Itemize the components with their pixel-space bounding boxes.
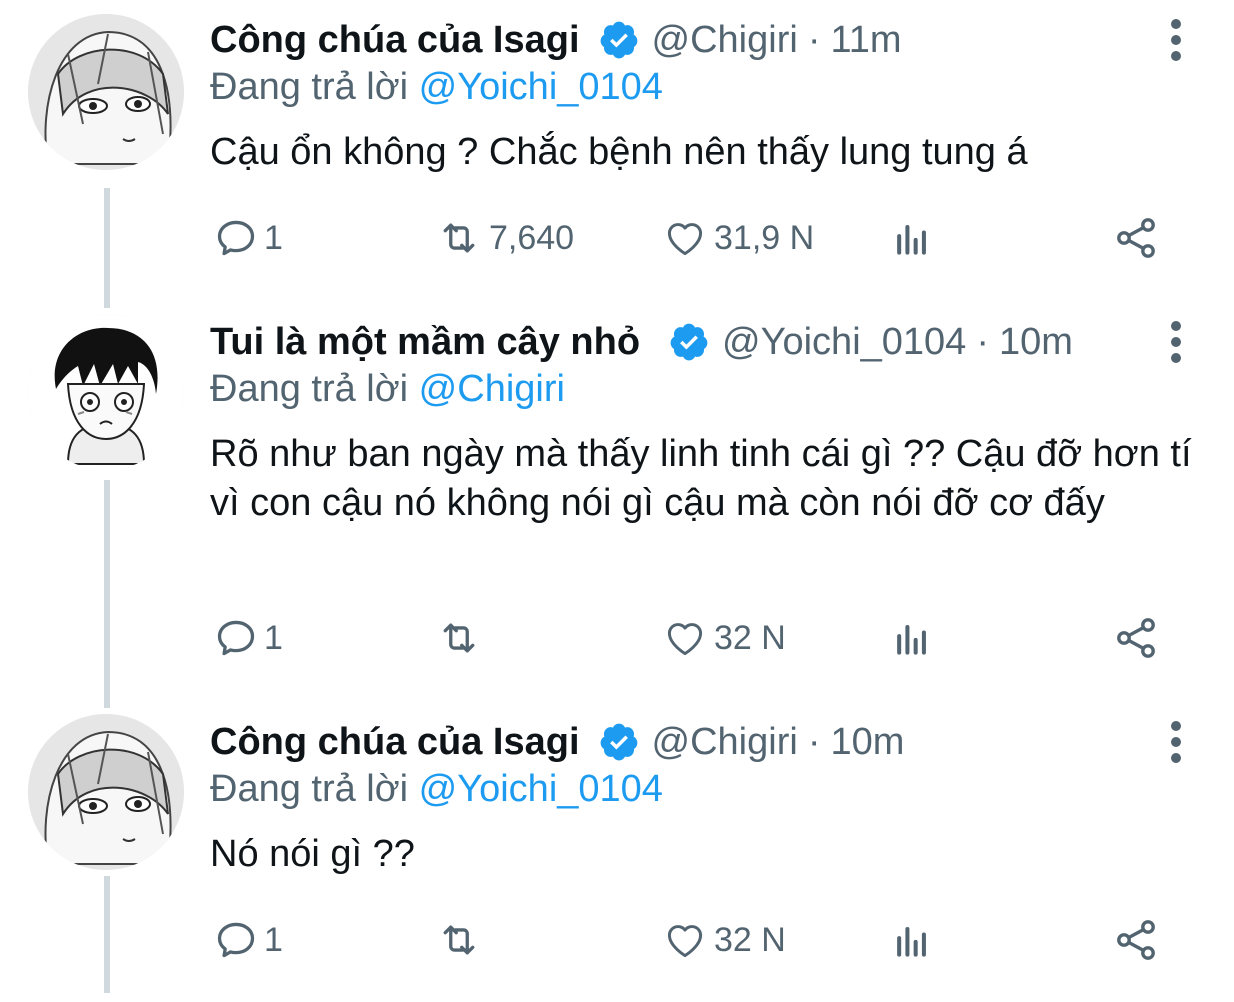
timestamp[interactable]: 11m — [830, 19, 901, 62]
handle[interactable]: @Yoichi_0104 — [722, 321, 966, 364]
reply-icon — [217, 220, 255, 256]
share-button[interactable] — [1112, 208, 1160, 268]
handle[interactable]: @Chigiri — [652, 721, 798, 764]
tweet-text: Rõ như ban ngày mà thấy linh tinh cái gì… — [210, 433, 1192, 524]
replying-to-label: Đang trả lời — [210, 66, 409, 108]
analytics-icon — [897, 624, 926, 655]
retweet-button[interactable] — [435, 608, 489, 668]
share-icon — [1117, 218, 1155, 258]
like-count: 31,9 N — [714, 218, 815, 257]
verified-badge-icon — [668, 321, 710, 363]
action-bar: 1 32 N — [0, 910, 1234, 970]
reply-mention-link[interactable]: @Yoichi_0104 — [419, 768, 663, 810]
reply-button[interactable]: 1 — [214, 208, 283, 268]
tweet-header: Công chúa của Isagi @Chigiri · 10m — [210, 718, 904, 766]
like-button[interactable]: 31,9 N — [662, 208, 814, 268]
verified-badge-icon — [598, 721, 640, 763]
retweet-button[interactable]: 7,640 — [435, 208, 574, 268]
replying-to-label: Đang trả lời — [210, 768, 409, 810]
more-options-icon[interactable] — [1170, 18, 1182, 62]
like-button[interactable]: 32 N — [662, 910, 786, 970]
white-haired-avatar-image — [28, 14, 184, 170]
black-haired-avatar-image — [28, 314, 184, 470]
share-icon — [1117, 920, 1155, 960]
avatar[interactable] — [28, 314, 184, 470]
analytics-button[interactable] — [890, 608, 934, 668]
tweet-text: Cậu ổn không ? Chắc bệnh nên thấy lung t… — [210, 131, 1028, 173]
timestamp[interactable]: 10m — [830, 721, 904, 764]
timestamp[interactable]: 10m — [999, 321, 1073, 364]
tweet[interactable]: Công chúa của Isagi @Chigiri · 11m Đang … — [0, 0, 1234, 300]
action-bar: 1 7,640 31,9 N — [0, 208, 1234, 268]
analytics-button[interactable] — [890, 910, 934, 970]
avatar[interactable] — [28, 714, 184, 870]
tweet-text: Nó nói gì ?? — [210, 833, 415, 875]
separator-dot: · — [976, 320, 989, 363]
white-haired-avatar-image — [28, 714, 184, 870]
verified-badge-icon — [598, 19, 640, 61]
analytics-button[interactable] — [890, 208, 934, 268]
reply-icon — [217, 922, 255, 958]
like-count: 32 N — [714, 618, 786, 657]
replying-to: Đang trả lời @Yoichi_0104 — [210, 768, 663, 811]
retweet-button[interactable] — [435, 910, 489, 970]
tweet-header: Tui là một mầm cây nhỏ @Yoichi_0104 · 10… — [210, 318, 1073, 366]
heart-icon — [667, 925, 703, 958]
replying-to-label: Đang trả lời — [210, 368, 409, 410]
reply-button[interactable]: 1 — [214, 608, 283, 668]
action-bar: 1 32 N — [0, 608, 1234, 668]
reply-button[interactable]: 1 — [214, 910, 283, 970]
separator-dot: · — [807, 18, 821, 61]
like-button[interactable]: 32 N — [662, 608, 786, 668]
share-icon — [1117, 618, 1155, 658]
like-count: 32 N — [714, 920, 786, 959]
display-name[interactable]: Công chúa của Isagi — [210, 19, 580, 62]
replying-to: Đang trả lời @Chigiri — [210, 368, 565, 411]
analytics-icon — [897, 224, 926, 255]
reply-count: 1 — [264, 920, 283, 959]
retweet-icon — [443, 223, 475, 253]
reply-mention-link[interactable]: @Yoichi_0104 — [419, 66, 663, 108]
display-name[interactable]: Công chúa của Isagi — [210, 721, 580, 764]
analytics-icon — [897, 926, 926, 957]
retweet-icon — [443, 623, 475, 653]
reply-icon — [217, 620, 255, 656]
handle[interactable]: @Chigiri — [652, 19, 798, 62]
tweet[interactable]: Công chúa của Isagi @Chigiri · 10m Đang … — [0, 702, 1234, 1002]
share-button[interactable] — [1112, 910, 1160, 970]
tweet[interactable]: Tui là một mầm cây nhỏ @Yoichi_0104 · 10… — [0, 302, 1234, 658]
avatar[interactable] — [28, 14, 184, 170]
reply-mention-link[interactable]: @Chigiri — [419, 368, 565, 410]
display-name[interactable]: Tui là một mầm cây nhỏ — [210, 321, 640, 364]
more-options-icon[interactable] — [1170, 320, 1182, 364]
more-options-icon[interactable] — [1170, 720, 1182, 764]
heart-icon — [667, 623, 703, 656]
retweet-icon — [443, 925, 475, 955]
separator-dot: · — [807, 720, 821, 763]
reply-count: 1 — [264, 218, 283, 257]
tweet-header: Công chúa của Isagi @Chigiri · 11m — [210, 16, 902, 64]
replying-to: Đang trả lời @Yoichi_0104 — [210, 66, 663, 109]
reply-count: 1 — [264, 618, 283, 657]
heart-icon — [667, 223, 703, 256]
retweet-count: 7,640 — [489, 218, 575, 257]
share-button[interactable] — [1112, 608, 1160, 668]
